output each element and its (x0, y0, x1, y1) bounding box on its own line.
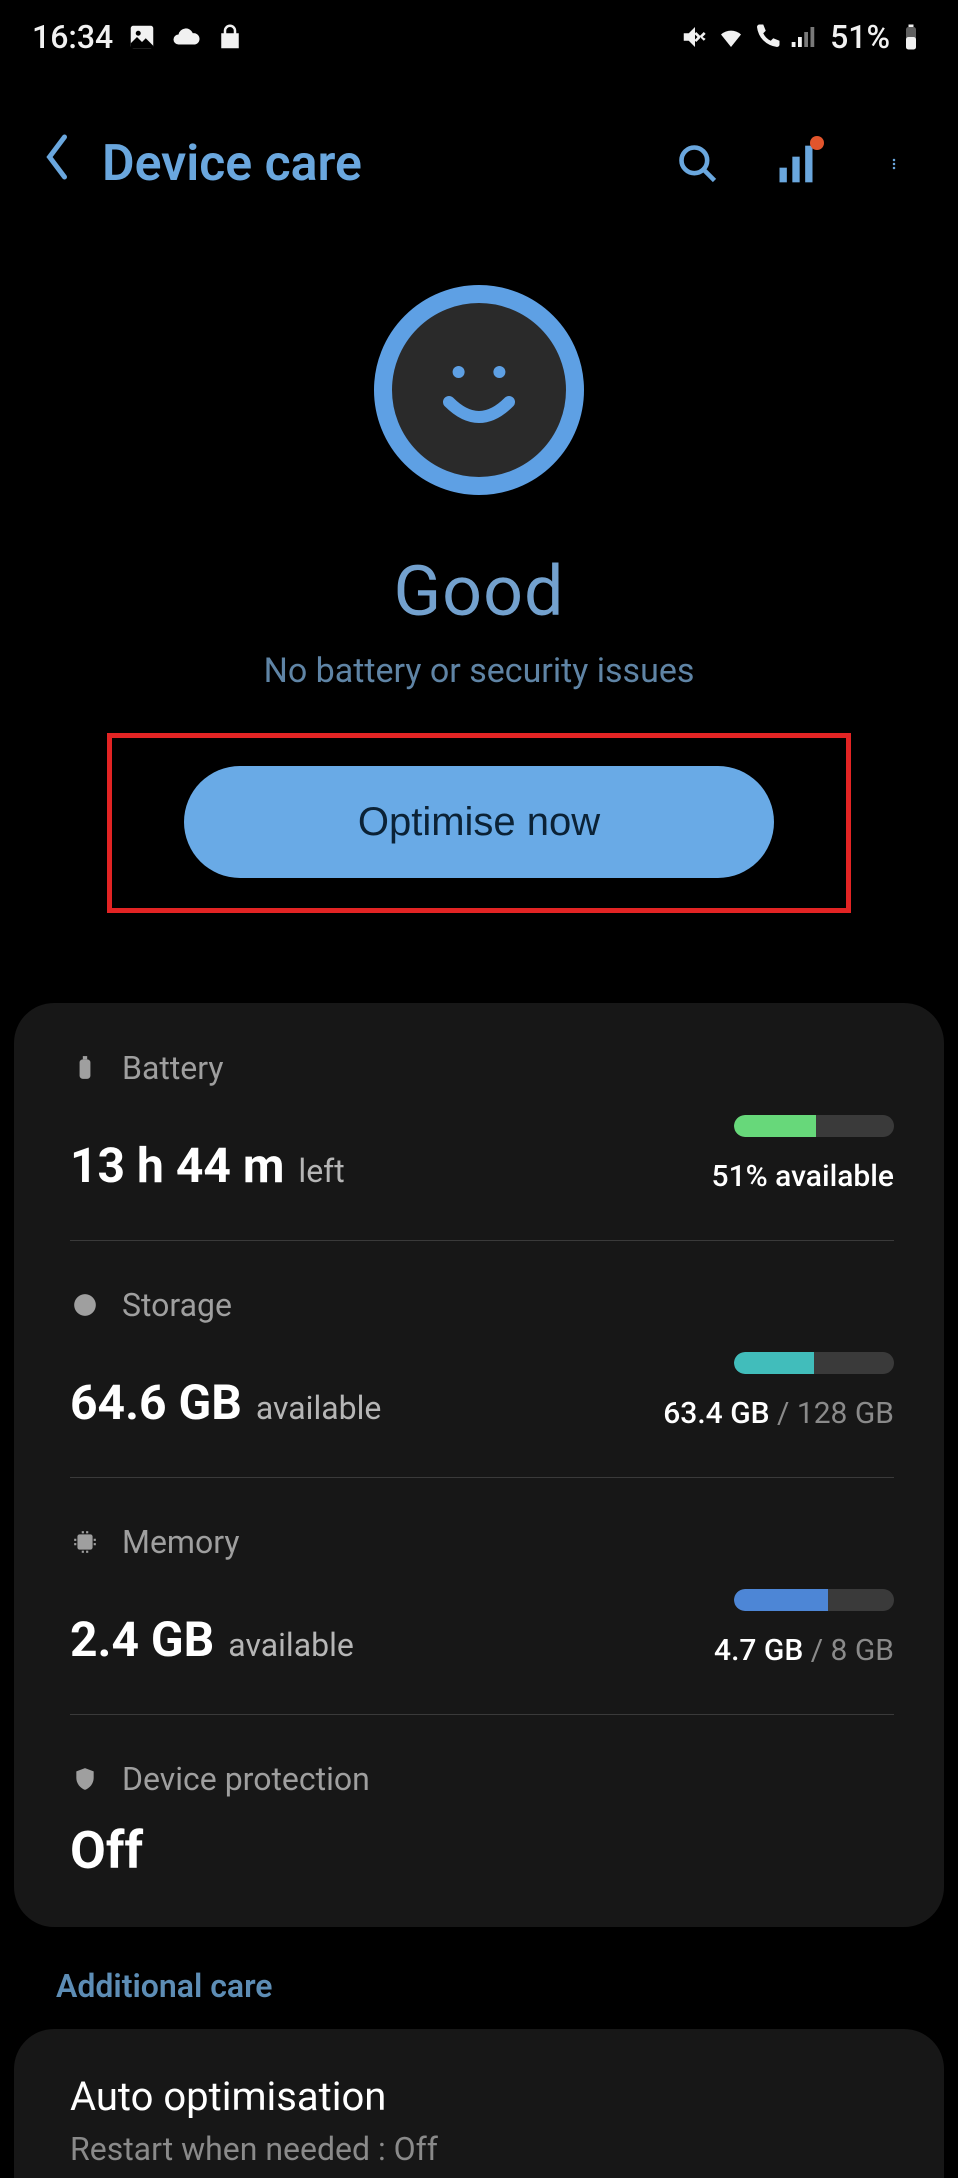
optimise-button[interactable]: Optimise now (184, 766, 774, 878)
app-header: Device care (0, 66, 958, 225)
memory-total: / 8 GB (803, 1633, 894, 1668)
memory-bar (734, 1589, 894, 1611)
wifi-icon (716, 22, 746, 52)
memory-value: 2.4 GB (70, 1611, 214, 1668)
auto-optimisation-item[interactable]: Auto optimisation Restart when needed : … (14, 2029, 944, 2178)
battery-suffix: left (298, 1152, 344, 1190)
signal-icon (788, 22, 818, 52)
battery-bar (734, 1115, 894, 1137)
device-status-subtitle: No battery or security issues (264, 651, 695, 691)
usage-button[interactable] (774, 142, 818, 186)
battery-value: 13 h 44 m (70, 1137, 284, 1194)
protection-item[interactable]: Device protection Off (14, 1714, 944, 1927)
battery-item-icon (70, 1053, 100, 1083)
status-smiley-icon (374, 285, 584, 495)
storage-suffix: available (256, 1389, 382, 1427)
call-icon (752, 22, 782, 52)
shield-icon (70, 1764, 100, 1794)
device-metrics-card: Battery 13 h 44 m left 51% available Sto… (14, 1003, 944, 1927)
storage-right-text: 63.4 GB / 128 GB (663, 1396, 894, 1431)
cloud-icon (171, 22, 201, 52)
status-bar: 16:34 51% (0, 0, 958, 66)
battery-icon (896, 22, 926, 52)
protection-value: Off (70, 1820, 894, 1881)
memory-suffix: available (228, 1626, 354, 1664)
status-time: 16:34 (32, 18, 113, 56)
auto-optimisation-title: Auto optimisation (70, 2073, 888, 2120)
hero-section: Good No battery or security issues (0, 225, 958, 691)
status-bar-left: 16:34 (32, 18, 245, 56)
battery-label: Battery (122, 1049, 224, 1087)
additional-care-header: Additional care (56, 1967, 902, 2005)
memory-item[interactable]: Memory 2.4 GB available 4.7 GB / 8 GB (14, 1477, 944, 1714)
memory-used: 4.7 GB (714, 1633, 803, 1668)
image-icon (127, 22, 157, 52)
battery-item[interactable]: Battery 13 h 44 m left 51% available (14, 1003, 944, 1240)
highlight-annotation: Optimise now (107, 733, 851, 913)
storage-used: 63.4 GB (663, 1396, 769, 1431)
storage-total: / 128 GB (770, 1396, 894, 1431)
header-actions (676, 142, 916, 186)
memory-item-icon (70, 1527, 100, 1557)
notification-dot (810, 136, 824, 150)
battery-right-text: 51% available (712, 1159, 894, 1194)
storage-item[interactable]: Storage 64.6 GB available 63.4 GB / 128 … (14, 1240, 944, 1477)
more-button[interactable] (872, 142, 916, 186)
page-title: Device care (102, 135, 676, 193)
mute-icon (680, 22, 710, 52)
storage-label: Storage (122, 1286, 232, 1324)
storage-bar (734, 1352, 894, 1374)
search-button[interactable] (676, 142, 720, 186)
device-status: Good (393, 551, 564, 633)
lock-icon (215, 22, 245, 52)
memory-label: Memory (122, 1523, 239, 1561)
auto-optimisation-subtitle: Restart when needed : Off (70, 2130, 888, 2168)
storage-value: 64.6 GB (70, 1374, 242, 1431)
protection-label: Device protection (122, 1760, 370, 1798)
storage-item-icon (70, 1290, 100, 1320)
status-bar-right: 51% (680, 18, 926, 56)
memory-right-text: 4.7 GB / 8 GB (714, 1633, 894, 1668)
back-button[interactable] (42, 132, 72, 195)
status-battery-text: 51% (830, 18, 890, 56)
